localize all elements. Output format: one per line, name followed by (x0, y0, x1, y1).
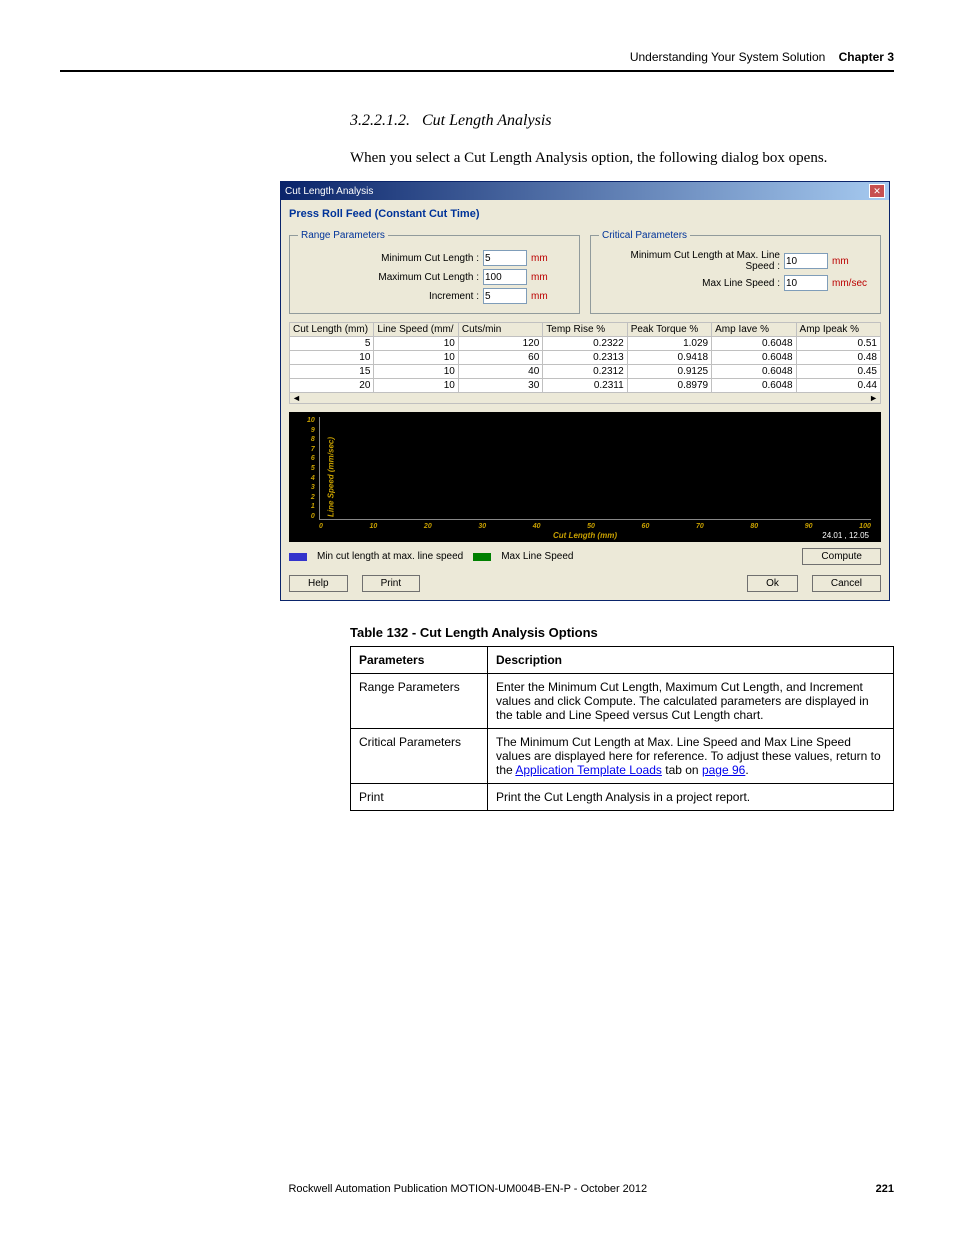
options-th-desc: Description (488, 647, 894, 674)
table-row: 5101200.23221.0290.60480.51 (290, 337, 881, 351)
section-heading: 3.2.2.1.2. Cut Length Analysis (350, 112, 894, 130)
increment-input[interactable] (483, 288, 527, 304)
legend1-label: Min cut length at max. line speed (317, 551, 463, 562)
results-th: Amp Iave % (712, 323, 796, 337)
results-th: Peak Torque % (627, 323, 711, 337)
options-param: Range Parameters (351, 674, 488, 729)
max-line-speed-label: Max Line Speed : (599, 278, 780, 289)
options-th-param: Parameters (351, 647, 488, 674)
chart-coord-readout: 24.01 , 12.05 (822, 531, 869, 540)
table-row: 1510400.23120.91250.60480.45 (290, 365, 881, 379)
legend-swatch-green (473, 553, 491, 561)
unit-mm: mm (531, 272, 571, 283)
scroll-right-icon[interactable]: ► (869, 393, 878, 403)
scroll-left-icon[interactable]: ◄ (292, 393, 301, 403)
print-button[interactable]: Print (362, 575, 421, 592)
header-chapter: Chapter 3 (839, 50, 894, 64)
results-th: Line Speed (mm/ (374, 323, 458, 337)
results-th: Temp Rise % (543, 323, 627, 337)
page-footer: Rockwell Automation Publication MOTION-U… (60, 1183, 894, 1195)
header-title: Understanding Your System Solution (630, 50, 825, 64)
close-icon[interactable]: ✕ (869, 184, 885, 198)
options-table: Parameters Description Range Parameters … (350, 646, 894, 811)
page-header: Understanding Your System Solution Chapt… (60, 50, 894, 70)
table-row: 2010300.23110.89790.60480.44 (290, 379, 881, 393)
critical-legend: Critical Parameters (599, 230, 690, 241)
results-th: Cut Length (mm) (290, 323, 374, 337)
legend-swatch-blue (289, 553, 307, 561)
ok-button[interactable]: Ok (747, 575, 798, 592)
table-row: Critical Parameters The Minimum Cut Leng… (351, 729, 894, 784)
section-number: 3.2.2.1.2. (350, 112, 410, 129)
max-cut-label: Maximum Cut Length : (298, 272, 479, 283)
min-cut-input[interactable] (483, 250, 527, 266)
options-param: Critical Parameters (351, 729, 488, 784)
table-scrollbar[interactable]: ◄ ► (289, 393, 881, 404)
unit-mmsec: mm/sec (832, 278, 872, 289)
compute-button[interactable]: Compute (802, 548, 881, 565)
page-96-link[interactable]: page 96 (702, 763, 745, 777)
options-desc: Print the Cut Length Analysis in a proje… (488, 784, 894, 811)
results-table: Cut Length (mm)Line Speed (mm/Cuts/minTe… (289, 322, 881, 393)
options-desc: The Minimum Cut Length at Max. Line Spee… (488, 729, 894, 784)
line-speed-chart: Line Speed (mm/sec) 012345678910 0102030… (289, 412, 881, 542)
app-template-loads-link[interactable]: Application Template Loads (515, 763, 662, 777)
dialog-title: Cut Length Analysis (285, 186, 373, 197)
section-title: Cut Length Analysis (422, 112, 552, 129)
max-cut-input[interactable] (483, 269, 527, 285)
unit-mm: mm (531, 291, 571, 302)
table-row: 1010600.23130.94180.60480.48 (290, 351, 881, 365)
chart-plot-area (319, 417, 871, 520)
footer-publication: Rockwell Automation Publication MOTION-U… (288, 1183, 647, 1195)
critical-parameters-group: Critical Parameters Minimum Cut Length a… (590, 230, 881, 314)
dialog-titlebar: Cut Length Analysis ✕ (281, 182, 889, 200)
legend2-label: Max Line Speed (501, 551, 573, 562)
table-caption: Table 132 - Cut Length Analysis Options (350, 625, 894, 640)
results-th: Cuts/min (458, 323, 542, 337)
min-cut-label: Minimum Cut Length : (298, 253, 479, 264)
help-button[interactable]: Help (289, 575, 348, 592)
chart-xlabel: Cut Length (mm) (289, 531, 881, 540)
unit-mm: mm (832, 256, 872, 267)
unit-mm: mm (531, 253, 571, 264)
cut-length-dialog: Cut Length Analysis ✕ Press Roll Feed (C… (280, 181, 890, 601)
range-legend: Range Parameters (298, 230, 388, 241)
max-line-speed-input[interactable] (784, 275, 828, 291)
header-rule (60, 70, 894, 72)
dialog-subtitle: Press Roll Feed (Constant Cut Time) (289, 208, 881, 220)
range-parameters-group: Range Parameters Minimum Cut Length : mm… (289, 230, 580, 314)
footer-page-number: 221 (876, 1183, 894, 1195)
increment-label: Increment : (298, 291, 479, 302)
results-th: Amp Ipeak % (796, 323, 880, 337)
table-row: Range Parameters Enter the Minimum Cut L… (351, 674, 894, 729)
table-row: Print Print the Cut Length Analysis in a… (351, 784, 894, 811)
cancel-button[interactable]: Cancel (812, 575, 881, 592)
min-cut-at-max-input[interactable] (784, 253, 828, 269)
intro-text: When you select a Cut Length Analysis op… (350, 150, 894, 167)
min-cut-at-max-label: Minimum Cut Length at Max. Line Speed : (599, 250, 780, 272)
options-desc: Enter the Minimum Cut Length, Maximum Cu… (488, 674, 894, 729)
options-param: Print (351, 784, 488, 811)
